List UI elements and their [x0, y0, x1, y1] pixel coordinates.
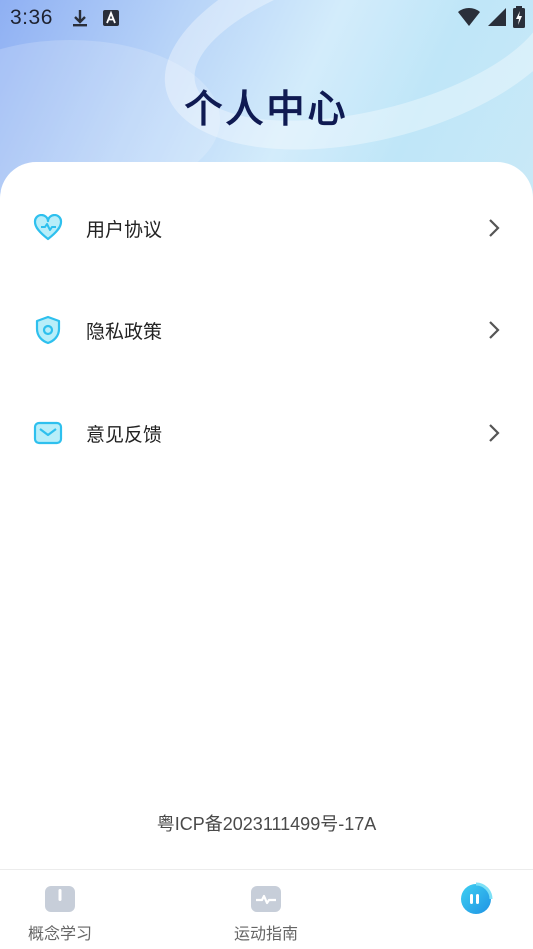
wifi-icon [458, 7, 480, 26]
pulse-icon [250, 884, 282, 914]
mail-icon [33, 418, 63, 448]
menu-item-label: 隐私政策 [86, 320, 163, 343]
page-title: 个人中心 [184, 87, 349, 131]
menu-item-user-agreement[interactable]: 用户协议 [0, 198, 533, 258]
menu-item-label: 意见反馈 [86, 423, 163, 446]
chevron-right-icon [487, 218, 501, 238]
shield-icon [33, 315, 63, 345]
icp-license-text: 粤ICP备2023111499号-17A [156, 814, 377, 834]
signal-icon [488, 8, 506, 26]
status-bar: 3:36 [0, 0, 533, 36]
battery-charging-icon [513, 6, 525, 28]
heart-hands-icon [33, 213, 63, 243]
tab-label: 运动指南 [233, 924, 298, 943]
profile-bubble-icon [458, 880, 494, 916]
status-indicators [457, 6, 525, 28]
tab-exercise-guide[interactable]: 运动指南 [206, 870, 326, 949]
download-icon [71, 8, 89, 28]
menu-item-label: 用户协议 [86, 218, 163, 241]
content-card [0, 162, 533, 870]
book-icon [44, 884, 76, 914]
bottom-tab-bar: 概念学习 运动指南 [0, 869, 533, 949]
menu-item-privacy-policy[interactable]: 隐私政策 [0, 300, 533, 360]
tab-label: 概念学习 [27, 924, 92, 943]
chevron-right-icon [487, 423, 501, 443]
chevron-right-icon [487, 320, 501, 340]
menu-item-feedback[interactable]: 意见反馈 [0, 403, 533, 463]
status-time: 3:36 [10, 6, 53, 29]
font-a-icon [102, 10, 119, 26]
tab-concept-learning[interactable]: 概念学习 [0, 870, 120, 949]
tab-profile[interactable] [416, 870, 533, 949]
